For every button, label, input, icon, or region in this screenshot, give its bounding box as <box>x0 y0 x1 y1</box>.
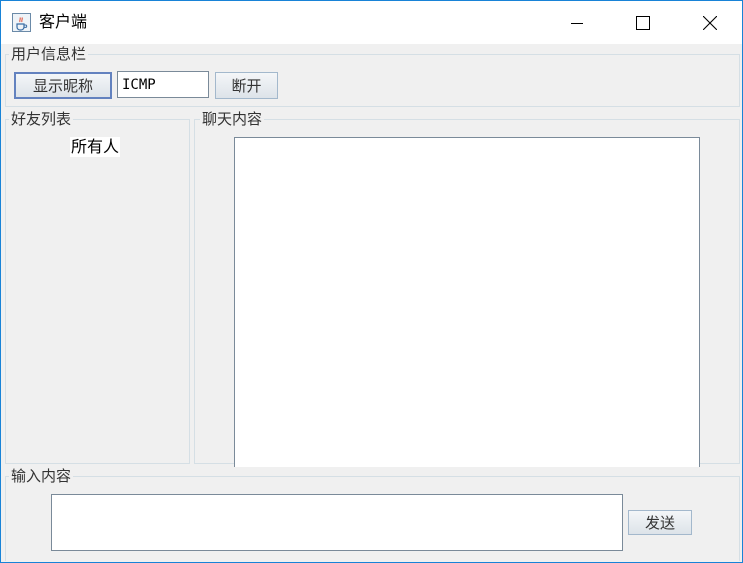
close-icon <box>703 15 717 30</box>
list-item[interactable]: 所有人 <box>70 137 121 157</box>
java-cup-icon <box>12 13 31 32</box>
chat-content-title: 聊天内容 <box>200 110 265 128</box>
input-content-title: 输入内容 <box>9 467 74 485</box>
disconnect-button[interactable]: 断开 <box>215 72 278 99</box>
user-info-panel: 用户信息栏 显示昵称 断开 <box>5 45 740 107</box>
send-button[interactable]: 发送 <box>628 510 692 535</box>
client-window: 客户端 用户信息栏 显示昵称 断开 好友列表 所有人 聊天内容 <box>0 0 743 563</box>
minimize-icon <box>571 22 583 24</box>
maximize-icon <box>636 15 650 30</box>
message-input[interactable] <box>51 494 623 551</box>
title-bar[interactable]: 客户端 <box>1 1 742 44</box>
nickname-field[interactable] <box>117 71 209 98</box>
close-button[interactable] <box>687 1 733 44</box>
window-title: 客户端 <box>39 12 88 31</box>
friends-list-panel: 好友列表 所有人 <box>5 110 190 464</box>
user-info-title: 用户信息栏 <box>9 45 89 63</box>
chat-content-area[interactable] <box>234 137 700 467</box>
minimize-button[interactable] <box>554 1 600 44</box>
chat-content-panel: 聊天内容 <box>194 110 740 467</box>
maximize-button[interactable] <box>620 1 666 44</box>
friends-list-title: 好友列表 <box>9 110 74 128</box>
input-content-panel: 输入内容 发送 <box>5 467 740 561</box>
show-nickname-button[interactable]: 显示昵称 <box>14 72 112 99</box>
